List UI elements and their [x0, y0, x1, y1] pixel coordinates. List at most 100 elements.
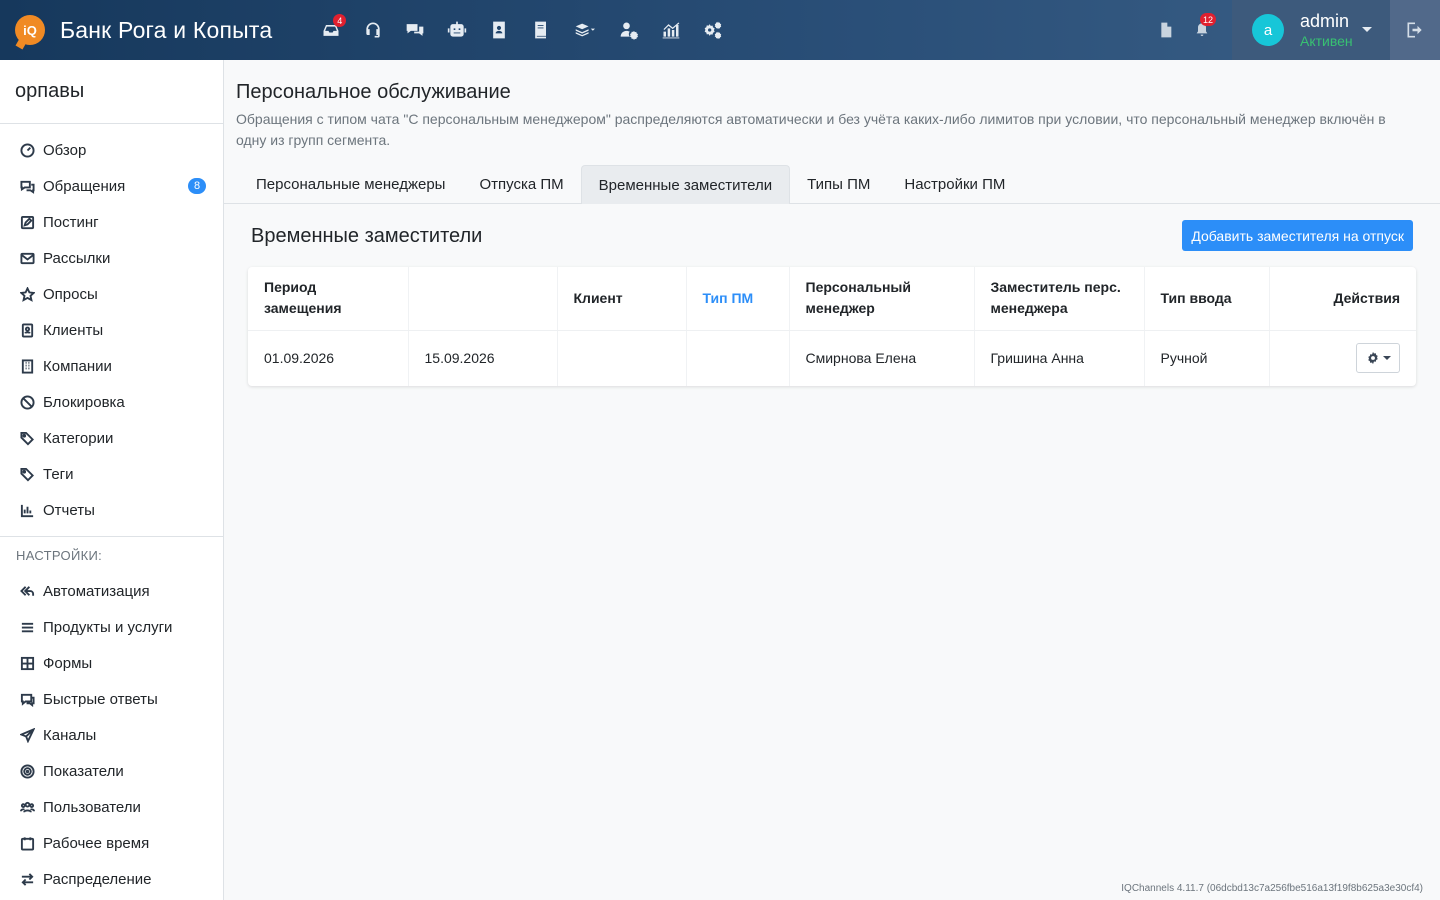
calendar-icon: [20, 836, 35, 851]
sidebar-item-label: Опросы: [43, 285, 98, 303]
org-name: орпавы: [0, 60, 223, 124]
avatar: a: [1252, 14, 1284, 46]
sidebar-item-polls[interactable]: Опросы: [0, 276, 223, 312]
sidebar-item-chats[interactable]: Обращения 8: [0, 168, 223, 204]
cell-actions: [1268, 330, 1416, 386]
star-icon: [20, 286, 35, 302]
robot-icon[interactable]: [436, 0, 478, 60]
sidebar-item-posting[interactable]: Постинг: [0, 204, 223, 240]
inbox-icon[interactable]: 4: [310, 0, 352, 60]
sidebar-item-forms[interactable]: Формы: [0, 645, 223, 681]
tab-pm-settings[interactable]: Настройки ПМ: [887, 165, 1022, 204]
logout-button[interactable]: [1390, 0, 1440, 60]
row-actions-button[interactable]: [1356, 343, 1400, 374]
sidebar-item-blocking[interactable]: Блокировка: [0, 384, 223, 420]
send-icon: [20, 727, 35, 743]
book-icon[interactable]: [520, 0, 562, 60]
sidebar: орпавы Обзор Обращения 8 Постинг Рассылк…: [0, 60, 224, 900]
settings-nav: Автоматизация Продукты и услуги Формы Бы…: [0, 573, 223, 897]
user-settings-icon[interactable]: [608, 0, 650, 60]
column-header-client: Клиент: [556, 267, 686, 331]
notifications-badge: 12: [1199, 13, 1216, 26]
sidebar-item-label: Обзор: [43, 141, 87, 159]
edit-icon: [20, 215, 35, 229]
sidebar-item-label: Категории: [43, 429, 114, 447]
exchange-icon: [21, 872, 34, 886]
tab-personal-managers[interactable]: Персональные менеджеры: [239, 165, 462, 204]
sidebar-item-working-hours[interactable]: Рабочее время: [0, 825, 223, 861]
sidebar-item-channels[interactable]: Каналы: [0, 717, 223, 753]
gear-icon: [1367, 352, 1378, 365]
ban-icon: [20, 394, 35, 410]
table-header-row: Период замещения Клиент Тип ПМ Персональ…: [248, 267, 1416, 331]
sidebar-item-categories[interactable]: Категории: [0, 420, 223, 456]
tags-icon: [20, 431, 34, 445]
sidebar-item-label: Формы: [43, 654, 93, 672]
sidebar-item-label: Компании: [43, 357, 112, 375]
building-icon: [21, 358, 34, 374]
layers-icon[interactable]: [562, 0, 608, 60]
cell-pm-type: [685, 330, 789, 386]
user-menu[interactable]: a admin Активен: [1232, 0, 1390, 60]
top-right-area: 12 a admin Активен: [1148, 0, 1440, 60]
sidebar-item-reports[interactable]: Отчеты: [0, 492, 223, 528]
sidebar-item-clients[interactable]: Клиенты: [0, 312, 223, 348]
cell-period-end: 15.09.2026: [407, 330, 557, 386]
sidebar-item-distribution[interactable]: Распределение: [0, 861, 223, 897]
users-icon: [20, 801, 35, 813]
brand-logo[interactable]: iQ: [15, 15, 45, 45]
tag-icon: [20, 467, 34, 481]
sidebar-item-label: Теги: [43, 465, 74, 483]
sidebar-item-label: Быстрые ответы: [43, 690, 158, 708]
sidebar-item-label: Постинг: [43, 213, 99, 231]
sidebar-item-overview[interactable]: Обзор: [0, 132, 223, 168]
add-deputy-button[interactable]: Добавить заместителя на отпуск: [1182, 220, 1413, 251]
mail-icon: [20, 252, 35, 264]
chats-count-badge: 8: [188, 178, 206, 194]
top-navbar: iQ Банк Рога и Копыта 4 12 a admin Актив…: [0, 0, 1440, 60]
sidebar-item-mailings[interactable]: Рассылки: [0, 240, 223, 276]
chevron-down-icon: [1382, 356, 1391, 361]
deputies-table: Период замещения Клиент Тип ПМ Персональ…: [248, 267, 1416, 386]
cell-input-type: Ручной: [1143, 330, 1269, 386]
sidebar-item-metrics[interactable]: Показатели: [0, 753, 223, 789]
user-info: admin Активен: [1300, 10, 1353, 50]
page-description: Обращения с типом чата "С персональным м…: [236, 111, 1386, 148]
sidebar-item-products[interactable]: Продукты и услуги: [0, 609, 223, 645]
document-icon[interactable]: [1148, 0, 1184, 60]
sidebar-item-companies[interactable]: Компании: [0, 348, 223, 384]
sidebar-item-label: Распределение: [43, 870, 152, 888]
cell-period-start: 01.09.2026: [264, 350, 335, 367]
target-icon: [20, 763, 35, 779]
inbox-badge: 4: [333, 14, 347, 27]
sidebar-item-label: Каналы: [43, 726, 97, 744]
sidebar-item-label: Рабочее время: [43, 834, 150, 852]
sidebar-item-tags[interactable]: Теги: [0, 456, 223, 492]
column-header-personal-manager: Персональный менеджер: [788, 267, 974, 331]
sidebar-item-automation[interactable]: Автоматизация: [0, 573, 223, 609]
sidebar-nav: Обзор Обращения 8 Постинг Рассылки Опрос…: [0, 124, 223, 528]
logout-icon: [1407, 22, 1422, 38]
sidebar-item-label: Клиенты: [43, 321, 104, 339]
column-header-pm-type[interactable]: Тип ПМ: [685, 267, 789, 331]
section-header: Временные заместители Добавить заместите…: [251, 220, 1413, 252]
column-header-input-type: Тип ввода: [1143, 267, 1269, 331]
bell-icon[interactable]: 12: [1184, 0, 1220, 60]
analytics-icon[interactable]: [650, 0, 692, 60]
top-icon-bar: 4: [310, 0, 734, 60]
tab-pm-types[interactable]: Типы ПМ: [790, 165, 887, 204]
sidebar-item-users[interactable]: Пользователи: [0, 789, 223, 825]
brand-name[interactable]: Банк Рога и Копыта: [60, 17, 272, 44]
tab-temporary-deputies[interactable]: Временные заместители: [580, 165, 791, 204]
logo-text: iQ: [23, 22, 37, 38]
quick-reply-icon: [20, 693, 35, 707]
sidebar-item-quick-replies[interactable]: Быстрые ответы: [0, 681, 223, 717]
sidebar-item-label: Рассылки: [43, 249, 111, 267]
cogs-icon[interactable]: [692, 0, 734, 60]
sidebar-item-label: Блокировка: [43, 393, 125, 411]
chat-icon[interactable]: [394, 0, 436, 60]
headset-icon[interactable]: [352, 0, 394, 60]
contacts-icon[interactable]: [478, 0, 520, 60]
chevron-down-icon: [1362, 27, 1372, 32]
tab-pm-vacations[interactable]: Отпуска ПМ: [462, 165, 580, 204]
